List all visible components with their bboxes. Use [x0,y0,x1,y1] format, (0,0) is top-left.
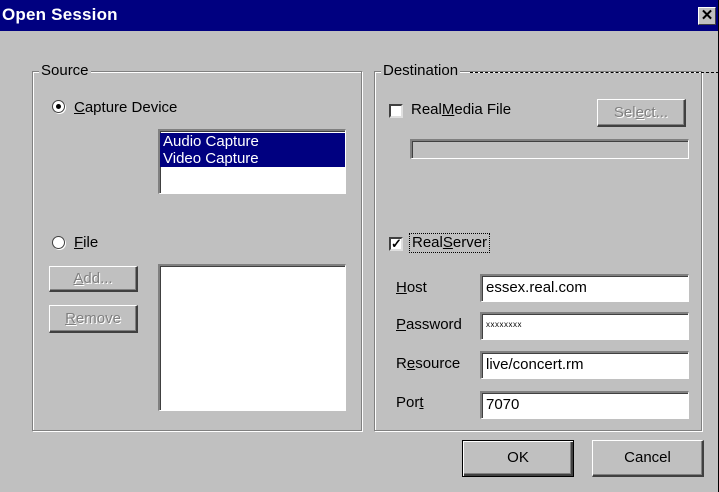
password-label-text: assword [406,316,462,333]
host-label-text: ost [406,279,427,296]
file-list[interactable] [158,264,346,411]
ok-label: OK [507,449,529,466]
host-label: Host [396,279,427,297]
resource-value: live/concert.rm [486,356,584,373]
resource-label-rest: source [415,355,461,372]
host-input[interactable]: essex.real.com [480,274,689,302]
realserver-mnemonic: S [442,234,453,251]
remove-mnemonic: R [65,310,76,327]
checkmark-icon: ✓ [391,236,402,251]
open-session-dialog: Open Session ✕ Source Capture Device Aud… [0,0,719,492]
select-label-pre: Sel [613,104,636,121]
list-item[interactable]: Audio Capture [160,133,345,150]
ok-button[interactable]: OK [462,440,574,477]
port-mnemonic: t [419,394,424,411]
password-value: xxxxxxxx [486,320,522,329]
realmedia-label-rest: edia File [454,101,512,118]
capture-device-mnemonic: C [74,99,85,116]
resource-mnemonic: e [406,355,416,372]
select-label-rest: ct... [643,104,669,121]
realserver-label-rest: erver [452,234,488,251]
realserver-label[interactable]: RealServer [408,233,491,253]
password-label: Password [396,316,462,334]
file-label-text: ile [83,234,99,251]
cancel-label: Cancel [624,449,671,466]
cancel-button[interactable]: Cancel [592,440,704,477]
close-button[interactable]: ✕ [698,7,716,25]
select-button[interactable]: Select... [597,99,686,127]
port-input[interactable]: 7070 [480,391,689,419]
realmedia-file-path-field[interactable] [410,139,689,159]
select-mnemonic: e [635,104,644,121]
close-icon: ✕ [700,7,714,24]
dashed-divider [470,72,719,73]
host-mnemonic: H [396,279,407,296]
destination-legend: Destination [381,62,461,80]
password-input[interactable]: xxxxxxxx [480,312,689,340]
realserver-label-pre: Real [412,234,443,251]
port-label-pre: Por [396,394,420,411]
capture-device-radio[interactable] [52,100,65,113]
add-label: dd... [83,270,113,287]
resource-label-pre: R [396,355,407,372]
title-bar[interactable]: Open Session ✕ [0,0,718,31]
file-radio[interactable] [52,236,65,249]
resource-input[interactable]: live/concert.rm [480,351,689,379]
realmedia-mnemonic: M [441,101,455,118]
list-item[interactable]: Video Capture [160,150,345,167]
remove-button[interactable]: Remove [49,305,138,333]
capture-device-label[interactable]: Capture Device [74,99,177,117]
source-legend: Source [39,62,91,80]
resource-label: Resource [396,355,460,373]
capture-device-label-text: apture Device [84,99,178,116]
realmedia-file-label[interactable]: RealMedia File [411,101,511,119]
password-mnemonic: P [396,316,407,333]
realmedia-label-pre: Real [411,101,442,118]
capture-device-list[interactable]: Audio Capture Video Capture [158,129,346,194]
port-value: 7070 [486,396,520,413]
file-mnemonic: F [74,234,84,251]
file-label[interactable]: File [74,234,98,252]
add-button[interactable]: Add... [49,266,138,292]
realserver-checkbox[interactable]: ✓ [389,237,403,251]
add-mnemonic: A [73,270,84,287]
window-title: Open Session [2,5,118,24]
realmedia-file-checkbox[interactable] [389,104,403,118]
port-label: Port [396,394,424,412]
host-value: essex.real.com [486,279,587,296]
remove-label: emove [75,310,121,327]
